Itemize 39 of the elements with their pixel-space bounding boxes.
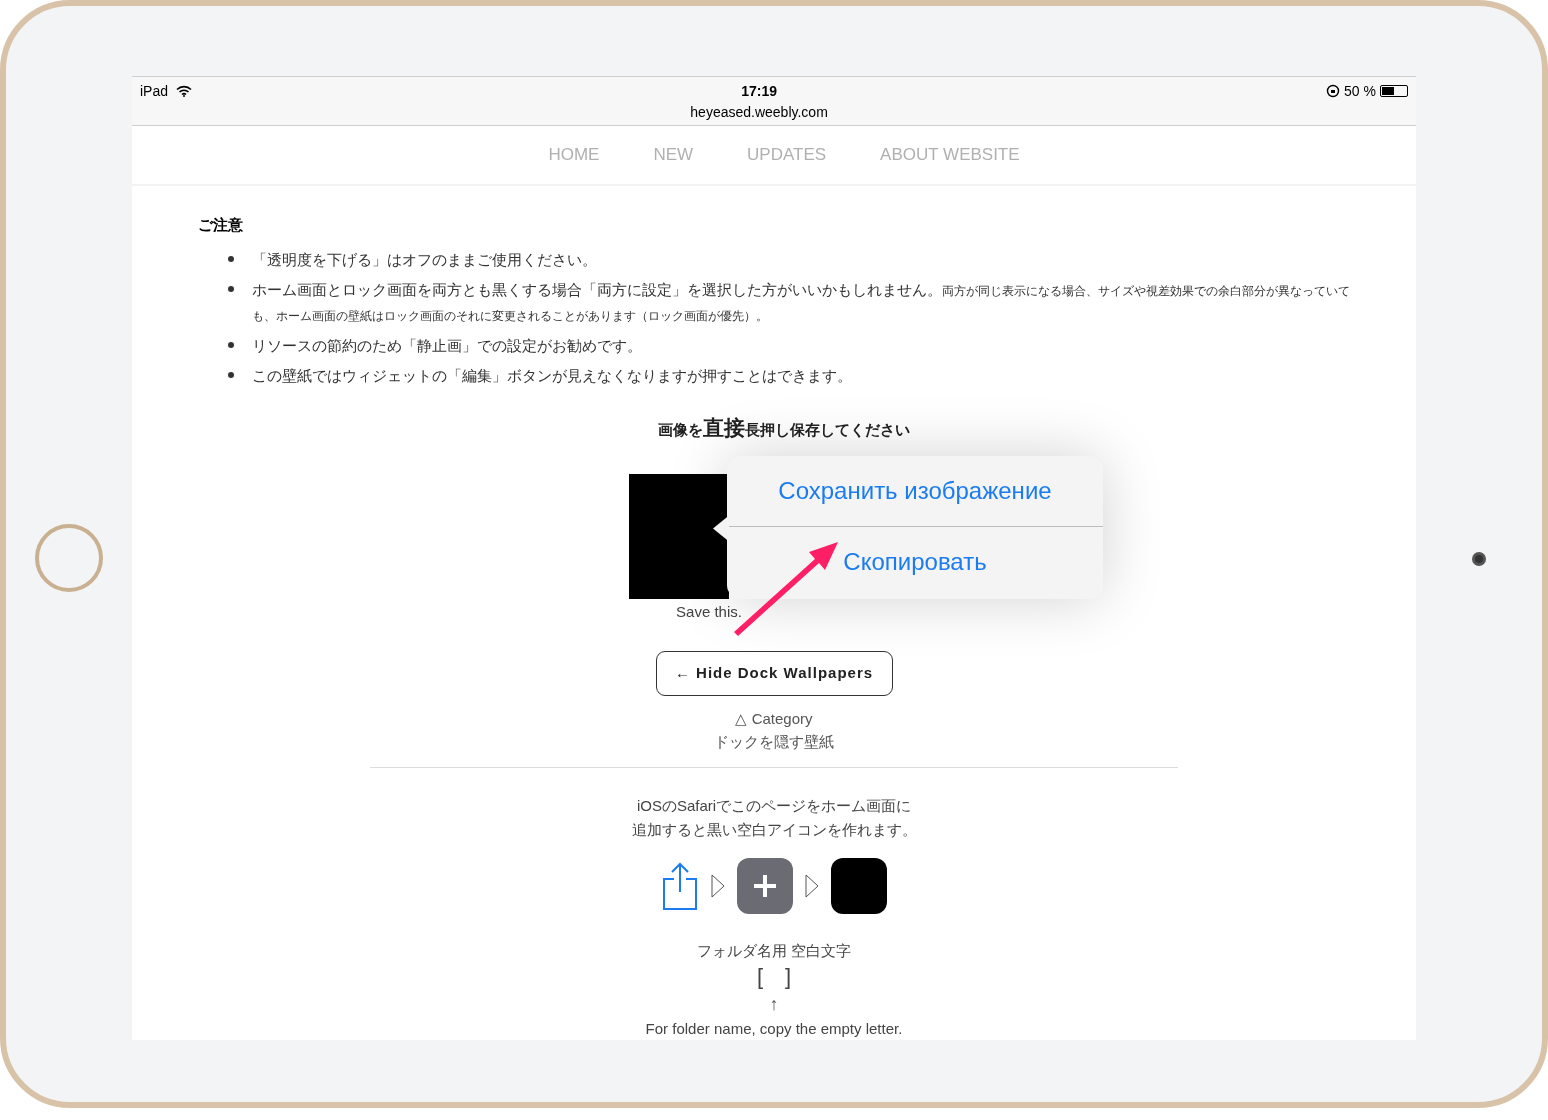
triangle-icon xyxy=(711,874,725,898)
url-text[interactable]: heyeased.weebly.com xyxy=(690,102,828,123)
nav-link[interactable]: UPDATES xyxy=(747,142,827,168)
blank-app-icon xyxy=(831,858,887,914)
blank-character[interactable]: [ ] xyxy=(756,962,792,991)
bullet-icon xyxy=(228,372,234,378)
share-icon xyxy=(661,861,699,911)
instruction-text: 画像を直接長押し保存してください xyxy=(657,415,911,441)
battery-percent: 50 % xyxy=(1344,81,1376,101)
triangle-icon xyxy=(805,874,819,898)
menu-item[interactable]: Сохранить изображение xyxy=(727,455,1103,527)
nav-link[interactable]: HOME xyxy=(548,142,600,168)
nav-link[interactable]: NEW xyxy=(653,142,694,168)
device-name: iPad xyxy=(140,81,169,101)
wifi-icon xyxy=(176,85,193,97)
notice-item: 「透明度を下げる」はオフのままご使用ください。 xyxy=(252,250,597,270)
bullet-icon xyxy=(228,256,234,262)
notice-title: ご注意 xyxy=(198,214,244,235)
battery-icon xyxy=(1380,85,1408,97)
notice-item: この壁紙ではウィジェットの「編集」ボタンが見えなくなりますが押すことはできます。 xyxy=(252,366,852,386)
folder-label: フォルダ名用 空白文字 xyxy=(696,941,852,961)
image-caption: Save this. xyxy=(676,601,742,622)
tip-text: iOSのSafariでこのページをホーム画面に 追加すると黒い空白アイコンを作れます。 xyxy=(631,796,917,840)
menu-item[interactable]: Скопировать xyxy=(727,526,1103,598)
folder-note: For folder name, copy the empty letter. xyxy=(645,1018,903,1039)
clock: 17:19 xyxy=(741,82,777,101)
category-name: ドックを隠す壁紙 xyxy=(714,731,834,752)
wallpaper-image[interactable] xyxy=(629,473,729,599)
camera-icon xyxy=(1472,552,1486,566)
rotation-lock-icon xyxy=(1326,84,1341,98)
back-button[interactable]: ← Hide Dock Wallpapers xyxy=(655,651,893,696)
bullet-icon xyxy=(228,342,234,348)
bullet-icon xyxy=(228,286,234,292)
notice-item: ホーム画面とロック画面を両方とも黒くする場合「両方に設定」を選択した方がいいかもしれません。両方が同じ表示になる場合、サイズや視差効果での余白部分が異なっていても、ホーム画面の壁紙はロック画面のそれに変更されることがあります（ロック画面が優先）。 xyxy=(252,280,1350,325)
up-arrow-text: ↑ xyxy=(769,992,779,1016)
nav-link[interactable]: ABOUT WEBSITE xyxy=(880,142,1020,168)
add-icon xyxy=(737,858,793,914)
category-label[interactable]: △ Category xyxy=(735,708,813,731)
notice-item: リソースの節約のため「静止画」での設定がお勧めです。 xyxy=(252,336,642,356)
